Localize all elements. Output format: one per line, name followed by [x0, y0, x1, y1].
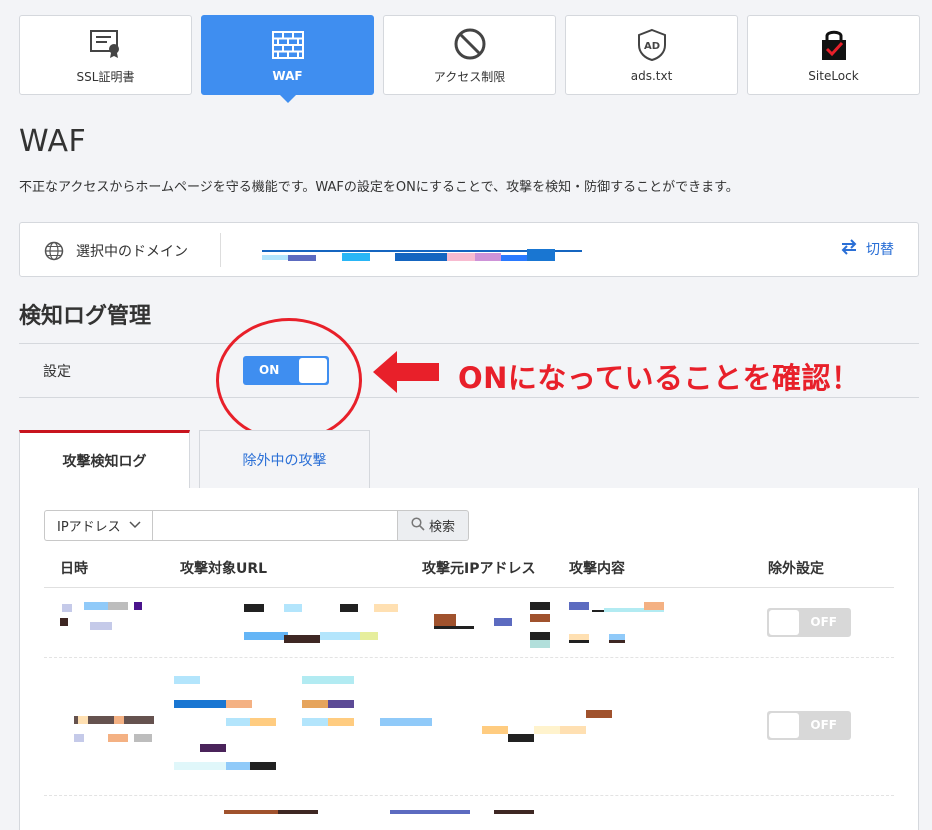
ad-shield-icon: AD: [634, 27, 670, 63]
divider: [220, 233, 221, 267]
select-value: IPアドレス: [57, 520, 121, 535]
swap-arrows-icon: [840, 239, 858, 259]
lock-check-icon: [816, 27, 852, 63]
menu-tile-ads-txt[interactable]: AD ads.txt: [565, 15, 738, 95]
certificate-icon: [88, 26, 124, 62]
globe-icon: [44, 241, 64, 265]
table-header: 日時 攻撃対象URL 攻撃元IPアドレス 攻撃内容 除外設定: [44, 556, 894, 588]
col-header-datetime: 日時: [60, 561, 88, 577]
block-icon: [452, 26, 488, 62]
section-title: 検知ログ管理: [19, 304, 152, 329]
col-header-exclude: 除外設定: [768, 561, 824, 577]
menu-tile-waf[interactable]: WAF: [201, 15, 374, 103]
toggle-state-label: OFF: [810, 615, 837, 629]
switch-domain-button[interactable]: 切替: [840, 239, 894, 259]
col-header-target-url: 攻撃対象URL: [180, 561, 268, 577]
col-header-attack-type: 攻撃内容: [569, 561, 625, 577]
menu-tile-sitelock[interactable]: SiteLock: [747, 15, 920, 95]
svg-text:AD: AD: [643, 41, 659, 52]
annotation-text: ONになっていることを確認！: [458, 361, 861, 395]
log-tabs: 攻撃検知ログ 除外中の攻撃: [19, 430, 370, 489]
annotation-arrow-icon: [373, 351, 441, 397]
chevron-down-icon: [129, 518, 141, 533]
toggle-knob: [769, 713, 799, 738]
search-field-select[interactable]: IPアドレス: [44, 510, 152, 541]
menu-label: WAF: [272, 69, 303, 83]
search-button[interactable]: 検索: [398, 510, 469, 541]
tab-label: 除外中の攻撃: [242, 453, 327, 469]
setting-label: 設定: [43, 364, 71, 380]
switch-label: 切替: [866, 242, 894, 258]
exclude-toggle[interactable]: OFF: [767, 608, 851, 637]
search-input[interactable]: [152, 510, 398, 541]
selected-domain-label: 選択中のドメイン: [76, 244, 188, 260]
menu-label: ads.txt: [630, 69, 673, 83]
page-title: WAF: [19, 124, 87, 159]
tab-excluded-attacks[interactable]: 除外中の攻撃: [199, 430, 370, 489]
annotation-circle: [216, 318, 362, 442]
menu-label: アクセス制限: [433, 69, 506, 84]
menu-tile-access-restriction[interactable]: アクセス制限: [383, 15, 556, 95]
tab-detection-log[interactable]: 攻撃検知ログ: [19, 430, 190, 489]
feature-menu: SSL証明書 WAF アクセス制限 AD ads.txt SiteLock: [19, 15, 920, 103]
toggle-state-label: OFF: [810, 718, 837, 732]
exclude-toggle[interactable]: OFF: [767, 711, 851, 740]
firewall-icon: [270, 27, 306, 63]
masked-domain-name: [262, 247, 582, 261]
search-icon: [411, 516, 425, 535]
search-button-label: 検索: [428, 520, 455, 535]
table-row: OFF: [44, 658, 894, 796]
search-row: IPアドレス 検索: [44, 510, 469, 541]
menu-label: SiteLock: [808, 69, 859, 83]
menu-tile-ssl[interactable]: SSL証明書: [19, 15, 192, 95]
page-description: 不正なアクセスからホームページを守る機能です。WAFの設定をONにすることで、攻…: [19, 180, 739, 195]
menu-label: SSL証明書: [76, 69, 135, 84]
toggle-knob: [769, 610, 799, 635]
domain-selector-bar: 選択中のドメイン 切替: [19, 222, 919, 277]
table-row: [44, 796, 894, 830]
tab-label: 攻撃検知ログ: [62, 454, 147, 470]
log-panel: IPアドレス 検索 日時 攻撃対象URL 攻撃元IPアドレス 攻撃内容 除外設定: [19, 488, 919, 830]
col-header-source-ip: 攻撃元IPアドレス: [422, 561, 536, 577]
table-row: OFF: [44, 588, 894, 658]
